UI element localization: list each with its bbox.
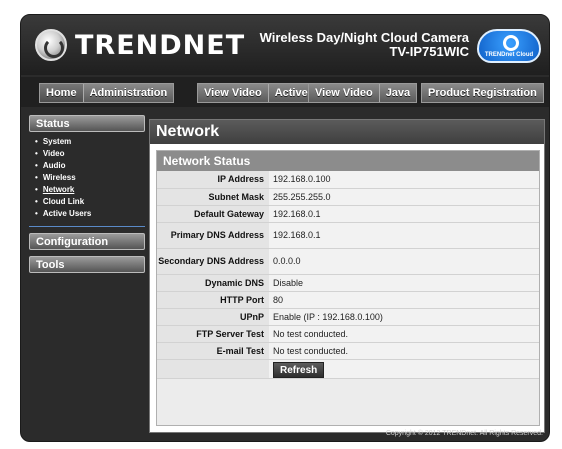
table-row: Primary DNS Address 192.168.0.1 (157, 222, 539, 249)
nav-java[interactable]: Java (380, 84, 416, 102)
product-title: Wireless Day/Night Cloud Camera TV-IP751… (260, 31, 469, 59)
sidebar-item-label: System (42, 137, 72, 146)
row-value: No test conducted. (269, 325, 539, 343)
copyright-footer: Copyright © 2012 TRENDnet. All Rights Re… (385, 430, 543, 437)
nav-home[interactable]: Home (40, 84, 84, 102)
row-value: 80 (269, 291, 539, 309)
nav-administration[interactable]: Administration (84, 84, 174, 102)
table-row: UPnP Enable (IP : 192.168.0.100) (157, 308, 539, 326)
product-name: Wireless Day/Night Cloud Camera (259, 30, 469, 45)
sidebar-item-network[interactable]: Network (35, 184, 145, 196)
product-model: TV-IP751WIC (389, 44, 469, 59)
table-row: IP Address 192.168.0.100 (157, 171, 539, 189)
network-status-table: IP Address 192.168.0.100 Subnet Mask 255… (157, 171, 539, 379)
row-value: 0.0.0.0 (269, 248, 539, 275)
sidebar-item-label: Active Users (42, 209, 92, 218)
row-value: No test conducted. (269, 342, 539, 360)
sidebar-item-cloud-link[interactable]: Cloud Link (35, 196, 145, 208)
nav-group-registration: Product Registration (421, 83, 544, 103)
row-value: Disable (269, 274, 539, 292)
sidebar-status-list: System Video Audio Wireless Network Clou… (29, 132, 145, 227)
nav-group-activex: View Video ActiveX (197, 83, 323, 103)
nav-view-video-activex[interactable]: View Video (198, 84, 269, 102)
network-status-panel: Network Status IP Address 192.168.0.100 … (156, 150, 540, 426)
table-row: Refresh (157, 359, 539, 379)
sidebar-section-tools[interactable]: Tools (29, 256, 145, 273)
sidebar-item-label: Video (42, 149, 65, 158)
cloud-badge-text: TRENDnet Cloud (484, 52, 534, 58)
row-label: UPnP (157, 308, 269, 326)
row-spacer (157, 359, 269, 379)
row-value: Enable (IP : 192.168.0.100) (269, 308, 539, 326)
row-label: E-mail Test (157, 342, 269, 360)
top-navigation: Home Administration View Video ActiveX V… (21, 77, 549, 107)
brand-logo-text: TRENDNET (75, 30, 246, 61)
cloud-logo-icon (503, 35, 519, 51)
sidebar-item-active-users[interactable]: Active Users (35, 208, 145, 220)
row-label: IP Address (157, 171, 269, 189)
main-content: Network Network Status IP Address 192.16… (149, 119, 545, 433)
row-value: 192.168.0.100 (269, 171, 539, 189)
table-row: Dynamic DNS Disable (157, 274, 539, 292)
sidebar-item-label: Wireless (42, 173, 76, 182)
header: TRENDNET Wireless Day/Night Cloud Camera… (21, 15, 549, 75)
sidebar: Status System Video Audio Wireless Netwo… (29, 115, 151, 279)
sidebar-item-label: Audio (42, 161, 66, 170)
sidebar-section-status[interactable]: Status (29, 115, 145, 132)
table-row: Secondary DNS Address 0.0.0.0 (157, 248, 539, 275)
row-label: Secondary DNS Address (157, 248, 269, 275)
row-label: Default Gateway (157, 205, 269, 223)
row-label: FTP Server Test (157, 325, 269, 343)
page-title: Network (150, 120, 544, 144)
row-label: HTTP Port (157, 291, 269, 309)
sidebar-section-configuration[interactable]: Configuration (29, 233, 145, 250)
sidebar-item-wireless[interactable]: Wireless (35, 172, 145, 184)
row-label: Primary DNS Address (157, 222, 269, 249)
sidebar-item-label: Cloud Link (42, 197, 85, 206)
refresh-button[interactable]: Refresh (273, 361, 325, 378)
cloud-badge-icon: TRENDnet Cloud (477, 29, 541, 63)
sidebar-item-system[interactable]: System (35, 136, 145, 148)
panel-title: Network Status (157, 151, 539, 171)
nav-product-registration[interactable]: Product Registration (422, 84, 543, 102)
row-value: 192.168.0.1 (269, 222, 539, 249)
refresh-cell: Refresh (269, 359, 539, 379)
trendnet-logo-icon (35, 29, 67, 61)
table-row: HTTP Port 80 (157, 291, 539, 309)
row-value: 192.168.0.1 (269, 205, 539, 223)
table-row: Default Gateway 192.168.0.1 (157, 205, 539, 223)
nav-group-java: View Video Java (308, 83, 418, 103)
table-row: E-mail Test No test conducted. (157, 342, 539, 360)
nav-group-main: Home Administration (39, 83, 175, 103)
sidebar-item-label: Network (42, 185, 75, 194)
row-label: Subnet Mask (157, 188, 269, 206)
sidebar-item-audio[interactable]: Audio (35, 160, 145, 172)
table-row: FTP Server Test No test conducted. (157, 325, 539, 343)
camera-web-ui: TRENDNET Wireless Day/Night Cloud Camera… (20, 14, 550, 442)
row-label: Dynamic DNS (157, 274, 269, 292)
sidebar-item-video[interactable]: Video (35, 148, 145, 160)
row-value: 255.255.255.0 (269, 188, 539, 206)
nav-view-video-java[interactable]: View Video (309, 84, 380, 102)
table-row: Subnet Mask 255.255.255.0 (157, 188, 539, 206)
